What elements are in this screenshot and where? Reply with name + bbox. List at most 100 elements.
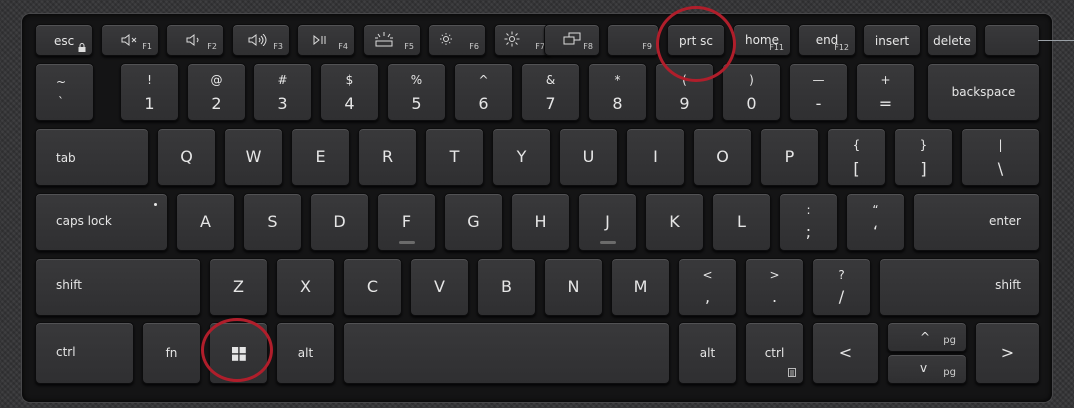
key-arrow-left-label: < xyxy=(838,343,853,362)
key-y[interactable]: Y xyxy=(492,128,551,186)
key-2-bot: 2 xyxy=(211,94,222,113)
key-right-bracket[interactable]: } ] xyxy=(894,128,953,186)
key-q[interactable]: Q xyxy=(157,128,216,186)
key-f9[interactable]: F9 xyxy=(607,24,659,56)
key-6[interactable]: ^ 6 xyxy=(454,63,513,121)
key-backtick[interactable]: ~ ` xyxy=(35,63,94,121)
key-left-bracket[interactable]: { [ xyxy=(827,128,886,186)
key-u[interactable]: U xyxy=(559,128,618,186)
key-f9-fn: F9 xyxy=(642,42,652,51)
key-backspace[interactable]: backspace xyxy=(927,63,1040,121)
key-ctrl-left[interactable]: ctrl xyxy=(35,322,134,384)
key-n[interactable]: N xyxy=(544,258,603,316)
key-a[interactable]: A xyxy=(176,193,235,251)
key-v[interactable]: V xyxy=(410,258,469,316)
key-left-bracket-top: { xyxy=(852,138,861,152)
key-spacebar[interactable] xyxy=(343,322,670,384)
key-r[interactable]: R xyxy=(358,128,417,186)
key-j[interactable]: J xyxy=(578,193,637,251)
key-home-fn: F11 xyxy=(769,43,784,52)
key-o-label: O xyxy=(716,147,729,166)
key-f5-fn: F5 xyxy=(404,42,414,51)
key-b[interactable]: B xyxy=(477,258,536,316)
key-f8[interactable]: F8 xyxy=(544,24,600,56)
key-l[interactable]: L xyxy=(712,193,771,251)
key-h[interactable]: H xyxy=(511,193,570,251)
key-d[interactable]: D xyxy=(310,193,369,251)
key-backslash-top: | xyxy=(998,138,1003,152)
key-1-top: ! xyxy=(147,73,152,87)
key-2[interactable]: @ 2 xyxy=(187,63,246,121)
key-s-label: S xyxy=(267,212,278,231)
key-f6[interactable]: F6 xyxy=(428,24,486,56)
key-arrow-left[interactable]: < xyxy=(812,322,879,384)
key-f3[interactable]: F3 xyxy=(232,24,290,56)
key-f1[interactable]: F1 xyxy=(101,24,159,56)
key-delete[interactable]: delete xyxy=(927,24,977,56)
key-shift-left[interactable]: shift xyxy=(35,258,201,316)
key-e-label: E xyxy=(315,147,326,166)
key-f[interactable]: F xyxy=(377,193,436,251)
key-end[interactable]: end F12 xyxy=(798,24,856,56)
key-backslash[interactable]: | \ xyxy=(961,128,1040,186)
key-f2[interactable]: F2 xyxy=(166,24,224,56)
key-ctrl-right[interactable]: ctrl xyxy=(745,322,804,384)
key-m[interactable]: M xyxy=(611,258,670,316)
key-period[interactable]: > . xyxy=(745,258,804,316)
key-esc[interactable]: esc xyxy=(35,24,93,56)
key-f3-fn: F3 xyxy=(273,42,283,51)
key-f5[interactable]: F5 xyxy=(363,24,421,56)
key-fn-label: fn xyxy=(165,346,178,360)
key-h-label: H xyxy=(534,212,547,231)
key-e[interactable]: E xyxy=(291,128,350,186)
key-equals-bot: = xyxy=(878,94,893,113)
key-equals[interactable]: + = xyxy=(856,63,915,121)
key-quote[interactable]: “ ‘ xyxy=(846,193,905,251)
key-z[interactable]: Z xyxy=(209,258,268,316)
key-arrow-down-pgdn[interactable]: v pg xyxy=(887,354,967,384)
key-0[interactable]: ) 0 xyxy=(722,63,781,121)
key-f4[interactable]: F4 xyxy=(297,24,355,56)
caps-lock-indicator xyxy=(154,203,157,206)
key-7[interactable]: & 7 xyxy=(521,63,580,121)
key-x[interactable]: X xyxy=(276,258,335,316)
key-home[interactable]: home F11 xyxy=(733,24,791,56)
key-alt-right[interactable]: alt xyxy=(678,322,737,384)
key-comma[interactable]: < , xyxy=(678,258,737,316)
key-f1-fn: F1 xyxy=(142,42,152,51)
key-i[interactable]: I xyxy=(626,128,685,186)
key-left-bracket-bot: [ xyxy=(853,159,860,178)
key-1[interactable]: ! 1 xyxy=(120,63,179,121)
key-2-top: @ xyxy=(210,73,223,87)
key-o[interactable]: O xyxy=(693,128,752,186)
key-delete-label: delete xyxy=(933,34,971,48)
key-t[interactable]: T xyxy=(425,128,484,186)
key-minus[interactable]: — - xyxy=(789,63,848,121)
key-m-label: M xyxy=(633,277,648,296)
key-k[interactable]: K xyxy=(645,193,704,251)
key-8[interactable]: * 8 xyxy=(588,63,647,121)
key-3[interactable]: # 3 xyxy=(253,63,312,121)
key-s[interactable]: S xyxy=(243,193,302,251)
key-p[interactable]: P xyxy=(760,128,819,186)
key-arrow-right[interactable]: > xyxy=(975,322,1040,384)
key-g[interactable]: G xyxy=(444,193,503,251)
key-w[interactable]: W xyxy=(224,128,283,186)
key-insert[interactable]: insert xyxy=(863,24,921,56)
key-power[interactable] xyxy=(984,24,1040,56)
key-c[interactable]: C xyxy=(343,258,402,316)
key-shift-right[interactable]: shift xyxy=(879,258,1040,316)
key-5[interactable]: % 5 xyxy=(387,63,446,121)
key-slash[interactable]: ? / xyxy=(812,258,871,316)
key-u-label: U xyxy=(582,147,595,166)
key-fn[interactable]: fn xyxy=(142,322,201,384)
key-arrow-up-pgup[interactable]: ^ pg xyxy=(887,322,967,352)
key-v-label: V xyxy=(434,277,445,296)
key-4[interactable]: $ 4 xyxy=(320,63,379,121)
key-semicolon[interactable]: : ; xyxy=(779,193,838,251)
key-tab[interactable]: tab xyxy=(35,128,149,186)
key-enter[interactable]: enter xyxy=(913,193,1040,251)
key-insert-label: insert xyxy=(874,34,910,48)
key-caps-lock[interactable]: caps lock xyxy=(35,193,168,251)
key-alt-left[interactable]: alt xyxy=(276,322,335,384)
